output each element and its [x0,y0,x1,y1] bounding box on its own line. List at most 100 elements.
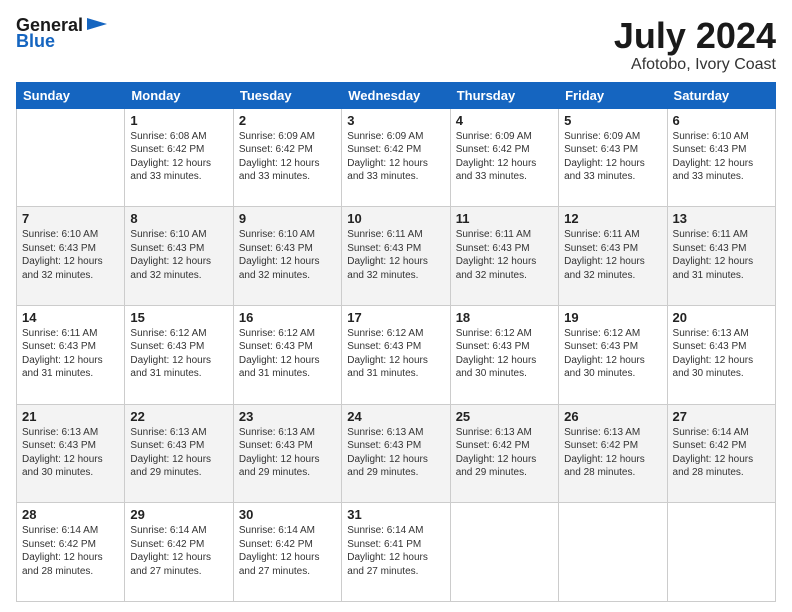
table-row: 21 Sunrise: 6:13 AM Sunset: 6:43 PM Dayli… [17,404,125,503]
day-info: Sunrise: 6:10 AM Sunset: 6:43 PM Dayligh… [673,130,770,184]
header-saturday: Saturday [667,82,775,108]
table-row: 31 Sunrise: 6:14 AM Sunset: 6:41 PM Dayli… [342,503,450,602]
table-row: 30 Sunrise: 6:14 AM Sunset: 6:42 PM Dayli… [233,503,341,602]
day-info: Sunrise: 6:13 AM Sunset: 6:43 PM Dayligh… [347,426,444,480]
day-number: 12 [564,211,661,226]
day-number: 28 [22,507,119,522]
header-tuesday: Tuesday [233,82,341,108]
table-row: 2 Sunrise: 6:09 AM Sunset: 6:42 PM Daylig… [233,108,341,207]
day-number: 4 [456,113,553,128]
day-info: Sunrise: 6:09 AM Sunset: 6:42 PM Dayligh… [347,130,444,184]
weekday-header-row: Sunday Monday Tuesday Wednesday Thursday… [17,82,776,108]
day-number: 10 [347,211,444,226]
day-info: Sunrise: 6:14 AM Sunset: 6:42 PM Dayligh… [673,426,770,480]
page: General Blue July 2024 Afotobo, Ivory Co… [0,0,792,612]
day-number: 18 [456,310,553,325]
day-info: Sunrise: 6:11 AM Sunset: 6:43 PM Dayligh… [564,228,661,282]
day-info: Sunrise: 6:11 AM Sunset: 6:43 PM Dayligh… [347,228,444,282]
day-number: 5 [564,113,661,128]
table-row: 15 Sunrise: 6:12 AM Sunset: 6:43 PM Dayli… [125,305,233,404]
title-block: July 2024 Afotobo, Ivory Coast [614,16,776,74]
day-info: Sunrise: 6:13 AM Sunset: 6:43 PM Dayligh… [239,426,336,480]
table-row: 9 Sunrise: 6:10 AM Sunset: 6:43 PM Daylig… [233,207,341,306]
day-number: 23 [239,409,336,424]
day-info: Sunrise: 6:09 AM Sunset: 6:42 PM Dayligh… [239,130,336,184]
header-friday: Friday [559,82,667,108]
day-number: 22 [130,409,227,424]
day-number: 8 [130,211,227,226]
logo-blue-text: Blue [16,32,109,52]
header: General Blue July 2024 Afotobo, Ivory Co… [16,16,776,74]
header-wednesday: Wednesday [342,82,450,108]
day-number: 30 [239,507,336,522]
calendar-week-row: 21 Sunrise: 6:13 AM Sunset: 6:43 PM Dayli… [17,404,776,503]
table-row: 11 Sunrise: 6:11 AM Sunset: 6:43 PM Dayli… [450,207,558,306]
calendar-week-row: 7 Sunrise: 6:10 AM Sunset: 6:43 PM Daylig… [17,207,776,306]
day-info: Sunrise: 6:11 AM Sunset: 6:43 PM Dayligh… [673,228,770,282]
day-number: 17 [347,310,444,325]
table-row: 16Sunrise: 6:12 AM Sunset: 6:43 PM Dayli… [233,305,341,404]
day-info: Sunrise: 6:11 AM Sunset: 6:43 PM Dayligh… [456,228,553,282]
day-info: Sunrise: 6:09 AM Sunset: 6:42 PM Dayligh… [456,130,553,184]
day-info: Sunrise: 6:08 AM Sunset: 6:42 PM Dayligh… [130,130,227,184]
header-monday: Monday [125,82,233,108]
day-number: 21 [22,409,119,424]
location: Afotobo, Ivory Coast [614,56,776,74]
day-number: 24 [347,409,444,424]
table-row: 29 Sunrise: 6:14 AM Sunset: 6:42 PM Dayli… [125,503,233,602]
day-info: Sunrise: 6:10 AM Sunset: 6:43 PM Dayligh… [130,228,227,282]
day-info: Sunrise: 6:13 AM Sunset: 6:43 PM Dayligh… [673,327,770,381]
table-row: 5Sunrise: 6:09 AM Sunset: 6:43 PM Daylig… [559,108,667,207]
day-info: Sunrise: 6:13 AM Sunset: 6:42 PM Dayligh… [564,426,661,480]
table-row: 23 Sunrise: 6:13 AM Sunset: 6:43 PM Dayli… [233,404,341,503]
day-number: 15 [130,310,227,325]
day-number: 19 [564,310,661,325]
table-row: 19 Sunrise: 6:12 AM Sunset: 6:43 PM Dayli… [559,305,667,404]
day-info: Sunrise: 6:10 AM Sunset: 6:43 PM Dayligh… [22,228,119,282]
calendar-table: Sunday Monday Tuesday Wednesday Thursday… [16,82,776,602]
table-row: 20 Sunrise: 6:13 AM Sunset: 6:43 PM Dayli… [667,305,775,404]
table-row: 24 Sunrise: 6:13 AM Sunset: 6:43 PM Dayli… [342,404,450,503]
table-row: 26 Sunrise: 6:13 AM Sunset: 6:42 PM Dayli… [559,404,667,503]
day-number: 11 [456,211,553,226]
day-info: Sunrise: 6:12 AM Sunset: 6:43 PM Dayligh… [456,327,553,381]
day-number: 14 [22,310,119,325]
day-info: Sunrise: 6:14 AM Sunset: 6:42 PM Dayligh… [22,524,119,578]
table-row [667,503,775,602]
day-info: Sunrise: 6:14 AM Sunset: 6:41 PM Dayligh… [347,524,444,578]
table-row: 14Sunrise: 6:11 AM Sunset: 6:43 PM Dayli… [17,305,125,404]
day-number: 29 [130,507,227,522]
calendar-week-row: 14Sunrise: 6:11 AM Sunset: 6:43 PM Dayli… [17,305,776,404]
day-number: 26 [564,409,661,424]
day-number: 9 [239,211,336,226]
table-row: 1Sunrise: 6:08 AM Sunset: 6:42 PM Daylig… [125,108,233,207]
day-number: 31 [347,507,444,522]
table-row: 3 Sunrise: 6:09 AM Sunset: 6:42 PM Daylig… [342,108,450,207]
table-row: 6 Sunrise: 6:10 AM Sunset: 6:43 PM Daylig… [667,108,775,207]
calendar-week-row: 28 Sunrise: 6:14 AM Sunset: 6:42 PM Dayli… [17,503,776,602]
day-info: Sunrise: 6:12 AM Sunset: 6:43 PM Dayligh… [347,327,444,381]
day-info: Sunrise: 6:10 AM Sunset: 6:43 PM Dayligh… [239,228,336,282]
day-number: 3 [347,113,444,128]
day-info: Sunrise: 6:13 AM Sunset: 6:43 PM Dayligh… [22,426,119,480]
day-number: 7 [22,211,119,226]
table-row: 18 Sunrise: 6:12 AM Sunset: 6:43 PM Dayli… [450,305,558,404]
day-info: Sunrise: 6:14 AM Sunset: 6:42 PM Dayligh… [239,524,336,578]
table-row: 13Sunrise: 6:11 AM Sunset: 6:43 PM Dayli… [667,207,775,306]
month-title: July 2024 [614,16,776,56]
day-info: Sunrise: 6:12 AM Sunset: 6:43 PM Dayligh… [130,327,227,381]
day-info: Sunrise: 6:14 AM Sunset: 6:42 PM Dayligh… [130,524,227,578]
day-number: 6 [673,113,770,128]
day-number: 25 [456,409,553,424]
day-number: 20 [673,310,770,325]
table-row: 10 Sunrise: 6:11 AM Sunset: 6:43 PM Dayli… [342,207,450,306]
table-row: 22Sunrise: 6:13 AM Sunset: 6:43 PM Dayli… [125,404,233,503]
table-row: 4 Sunrise: 6:09 AM Sunset: 6:42 PM Daylig… [450,108,558,207]
table-row: 7 Sunrise: 6:10 AM Sunset: 6:43 PM Daylig… [17,207,125,306]
day-number: 2 [239,113,336,128]
table-row [17,108,125,207]
header-sunday: Sunday [17,82,125,108]
day-info: Sunrise: 6:12 AM Sunset: 6:43 PM Dayligh… [564,327,661,381]
header-thursday: Thursday [450,82,558,108]
logo: General Blue [16,16,109,52]
